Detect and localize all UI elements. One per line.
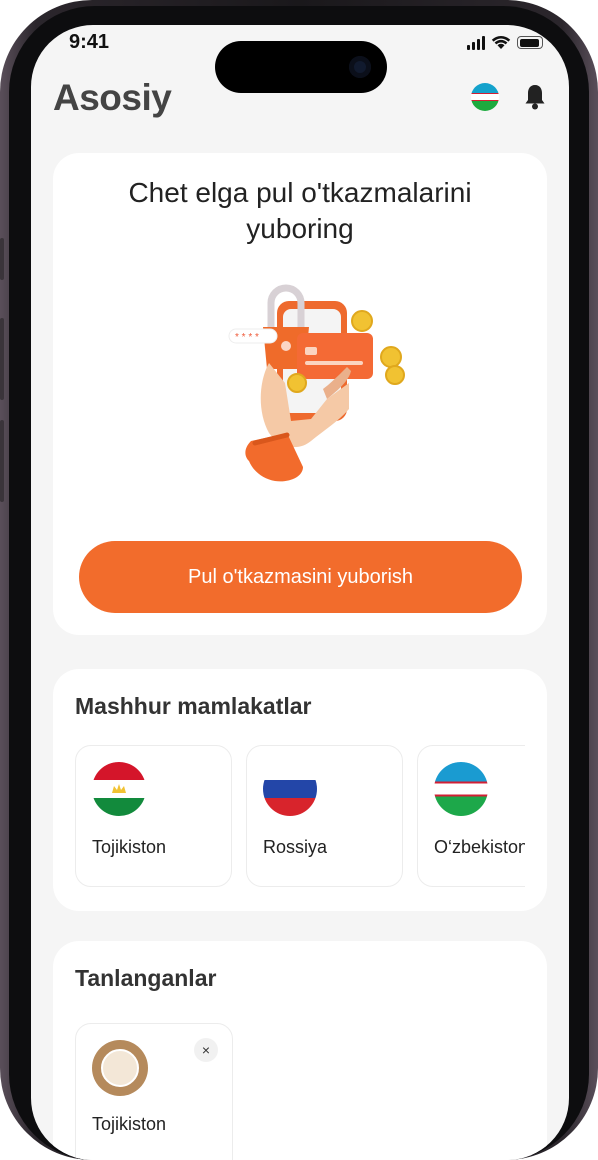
tajikistan-emblem-icon [92, 1040, 148, 1096]
crown-icon [112, 784, 126, 793]
country-list: Tojikiston Rossiya O‘zbekiston [75, 745, 525, 889]
side-button [0, 238, 4, 280]
volume-down-button [0, 420, 4, 502]
app-screen: 9:41 Asosiy Chet elga pul o'tkazmalarini… [31, 25, 569, 1160]
svg-text:* * * *: * * * * [235, 332, 259, 343]
battery-icon [517, 36, 543, 49]
status-time: 9:41 [69, 31, 110, 53]
favorite-item-tajikistan[interactable]: × Tojikiston [75, 1023, 233, 1160]
tajikistan-flag-icon [92, 762, 146, 816]
send-transfer-button[interactable]: Pul o'tkazmasini yuborish [79, 541, 522, 613]
popular-countries-title: Mashhur mamlakatlar [75, 693, 312, 719]
camera-icon [349, 56, 371, 78]
country-card-tajikistan[interactable]: Tojikiston [75, 745, 232, 887]
favorites-title: Tanlanganlar [75, 965, 217, 991]
country-card-russia[interactable]: Rossiya [246, 745, 403, 887]
popular-countries-card: Mashhur mamlakatlar Tojikiston Rossiya O… [53, 669, 547, 911]
remove-favorite-button[interactable]: × [194, 1038, 218, 1062]
status-icons [467, 35, 543, 50]
promo-title: Chet elga pul o'tkazmalarini yuboring [128, 177, 472, 244]
country-card-uzbekistan[interactable]: O‘zbekiston [417, 745, 525, 887]
bell-icon[interactable] [523, 83, 547, 111]
country-label: Tojikiston [92, 837, 167, 857]
favorites-card: Tanlanganlar × Tojikiston [53, 941, 547, 1160]
transfer-promo-card: Chet elga pul o'tkazmalarini yuboring * … [53, 153, 547, 635]
language-flag-button[interactable] [471, 83, 499, 111]
russia-flag-icon [263, 762, 317, 816]
country-label: O‘zbekiston [434, 837, 525, 857]
dynamic-island [215, 41, 387, 93]
hand-phone-illustration: * * * * [228, 284, 405, 482]
country-label: Rossiya [263, 837, 328, 857]
page-title: Asosiy [53, 77, 172, 118]
volume-up-button [0, 318, 4, 400]
uzbekistan-flag-icon [434, 762, 488, 816]
wifi-icon [491, 35, 511, 49]
favorite-label: Tojikiston [92, 1114, 167, 1134]
signal-icon [467, 35, 485, 50]
